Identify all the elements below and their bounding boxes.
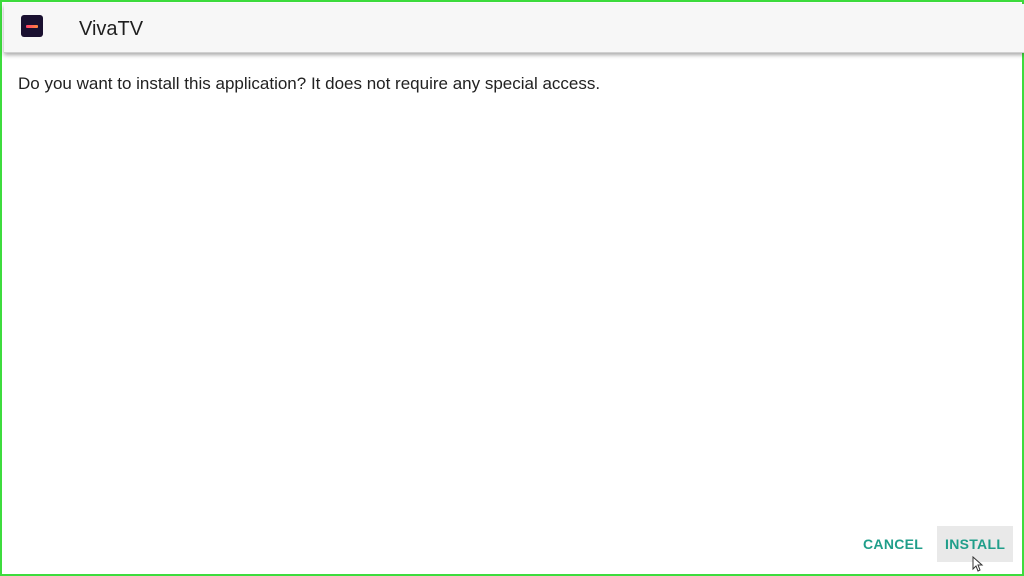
vivatv-app-icon	[21, 15, 43, 37]
app-logo-mark	[26, 24, 38, 28]
app-title: VivaTV	[79, 18, 144, 40]
cancel-button[interactable]: CANCEL	[855, 526, 929, 562]
app-header: VivaTV	[4, 4, 1024, 53]
install-prompt: Do you want to install this application?…	[18, 74, 601, 93]
install-dialog: VivaTV Do you want to install this appli…	[0, 0, 1024, 576]
mouse-pointer-icon	[972, 556, 984, 572]
